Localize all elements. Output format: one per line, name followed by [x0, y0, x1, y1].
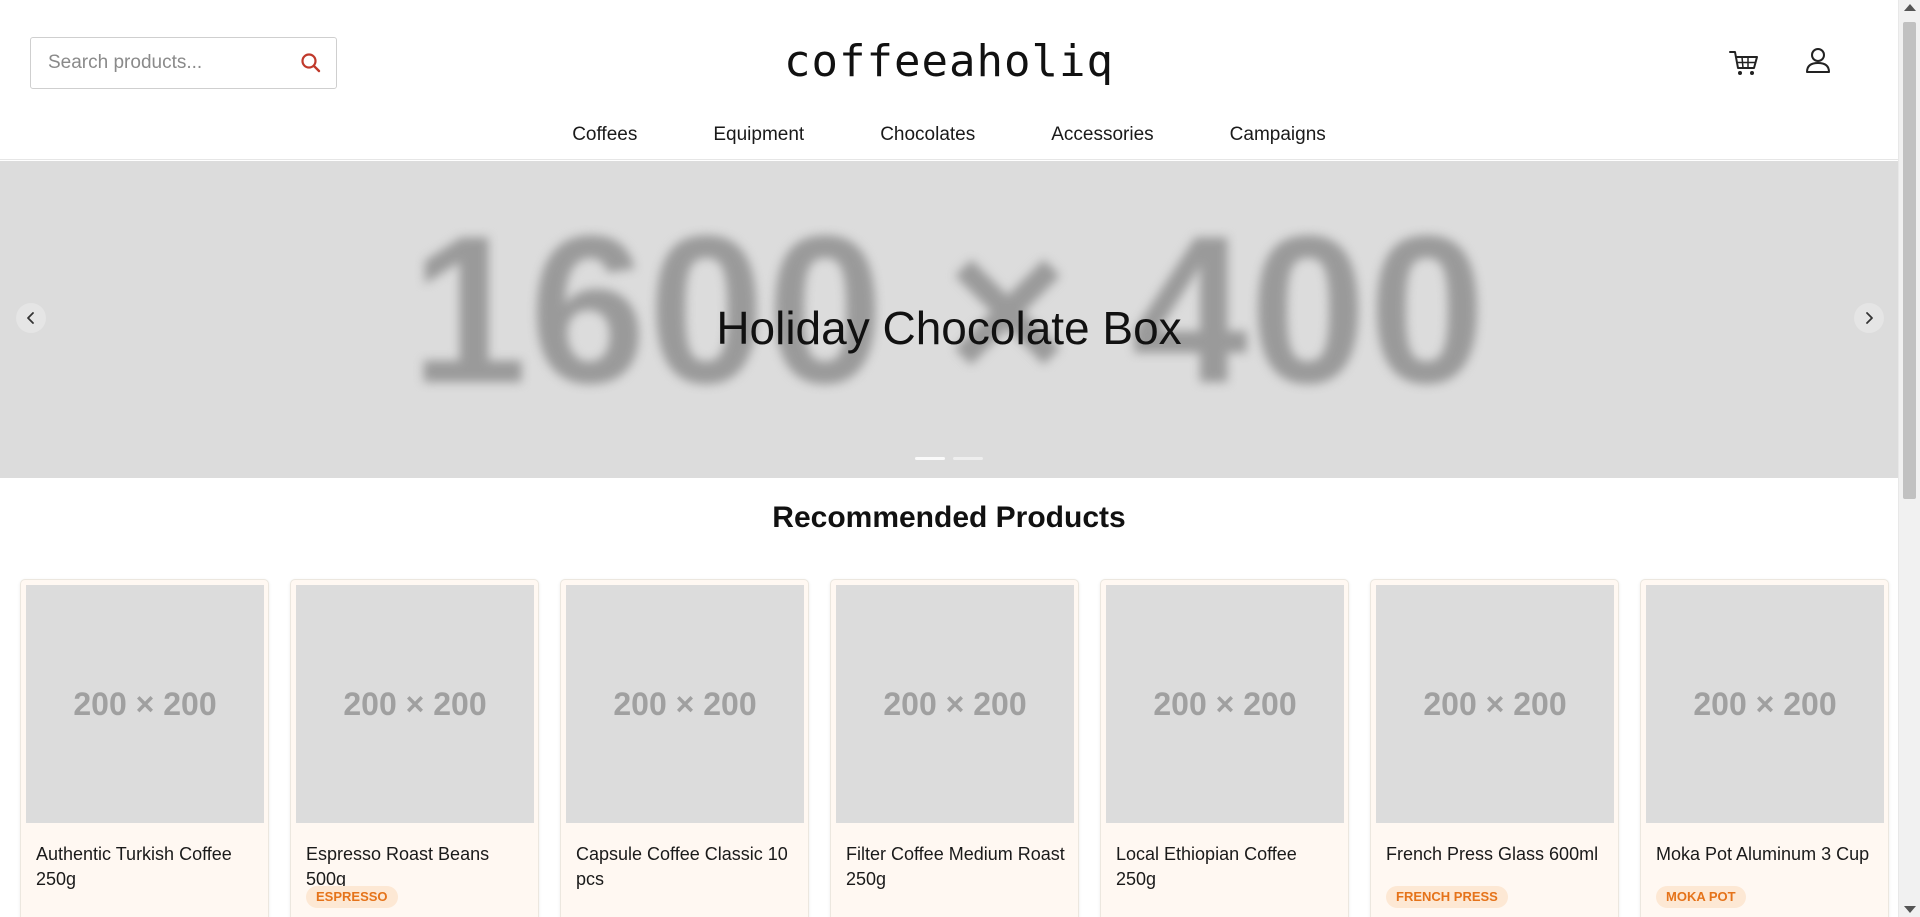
chevron-right-icon[interactable]	[1854, 303, 1884, 333]
product-list: 200 × 200 Authentic Turkish Coffee 250g …	[20, 579, 1890, 917]
product-card[interactable]: 200 × 200 Filter Coffee Medium Roast 250…	[830, 579, 1079, 917]
nav-item-coffees[interactable]: Coffees	[572, 124, 637, 146]
product-name[interactable]: Local Ethiopian Coffee 250g	[1116, 842, 1341, 892]
product-card[interactable]: 200 × 200 Moka Pot Aluminum 3 Cup MOKA P…	[1640, 579, 1889, 917]
product-name[interactable]: French Press Glass 600ml	[1386, 842, 1611, 867]
product-name[interactable]: Espresso Roast Beans 500g	[306, 842, 531, 892]
site-header: coffeeaholiq Coffees Equipment Chocolate…	[0, 0, 1898, 160]
product-card[interactable]: 200 × 200 French Press Glass 600ml FRENC…	[1370, 579, 1619, 917]
product-image: 200 × 200	[1646, 585, 1884, 823]
nav-item-accessories[interactable]: Accessories	[1051, 124, 1153, 146]
product-image: 200 × 200	[1376, 585, 1614, 823]
product-name[interactable]: Moka Pot Aluminum 3 Cup	[1656, 842, 1881, 867]
product-card[interactable]: 200 × 200 Capsule Coffee Classic 10 pcs	[560, 579, 809, 917]
nav-item-chocolates[interactable]: Chocolates	[880, 124, 975, 146]
carousel-dots	[0, 457, 1898, 460]
product-image: 200 × 200	[566, 585, 804, 823]
product-image: 200 × 200	[26, 585, 264, 823]
vertical-scrollbar[interactable]	[1898, 0, 1920, 917]
product-badge: MOKA POT	[1656, 886, 1746, 908]
scroll-up-icon[interactable]	[1904, 4, 1916, 11]
page: coffeeaholiq Coffees Equipment Chocolate…	[0, 0, 1920, 917]
nav-item-equipment[interactable]: Equipment	[713, 124, 804, 146]
product-card[interactable]: 200 × 200 Espresso Roast Beans 500g ESPR…	[290, 579, 539, 917]
section-title: Recommended Products	[772, 501, 1126, 534]
chevron-left-icon[interactable]	[16, 303, 46, 333]
hero-carousel: 1600 × 400 Holiday Chocolate Box	[0, 161, 1898, 478]
carousel-dot[interactable]	[915, 457, 945, 460]
product-image: 200 × 200	[296, 585, 534, 823]
cart-icon[interactable]	[1727, 46, 1761, 80]
product-image: 200 × 200	[1106, 585, 1344, 823]
scrollbar-thumb[interactable]	[1903, 22, 1916, 499]
carousel-dot[interactable]	[953, 457, 983, 460]
product-card[interactable]: 200 × 200 Local Ethiopian Coffee 250g	[1100, 579, 1349, 917]
product-name[interactable]: Filter Coffee Medium Roast 250g	[846, 842, 1071, 892]
product-name[interactable]: Authentic Turkish Coffee 250g	[36, 842, 261, 892]
product-name[interactable]: Capsule Coffee Classic 10 pcs	[576, 842, 801, 892]
scroll-down-icon[interactable]	[1904, 906, 1916, 913]
product-badge: FRENCH PRESS	[1386, 886, 1508, 908]
nav-item-campaigns[interactable]: Campaigns	[1230, 124, 1326, 146]
product-badge: ESPRESSO	[306, 886, 398, 908]
product-card[interactable]: 200 × 200 Authentic Turkish Coffee 250g	[20, 579, 269, 917]
hero-title[interactable]: Holiday Chocolate Box	[0, 301, 1898, 355]
product-image: 200 × 200	[836, 585, 1074, 823]
site-logo[interactable]: coffeeaholiq	[0, 36, 1898, 87]
user-icon[interactable]	[1801, 44, 1835, 78]
main-nav: Coffees Equipment Chocolates Accessories…	[0, 124, 1898, 146]
